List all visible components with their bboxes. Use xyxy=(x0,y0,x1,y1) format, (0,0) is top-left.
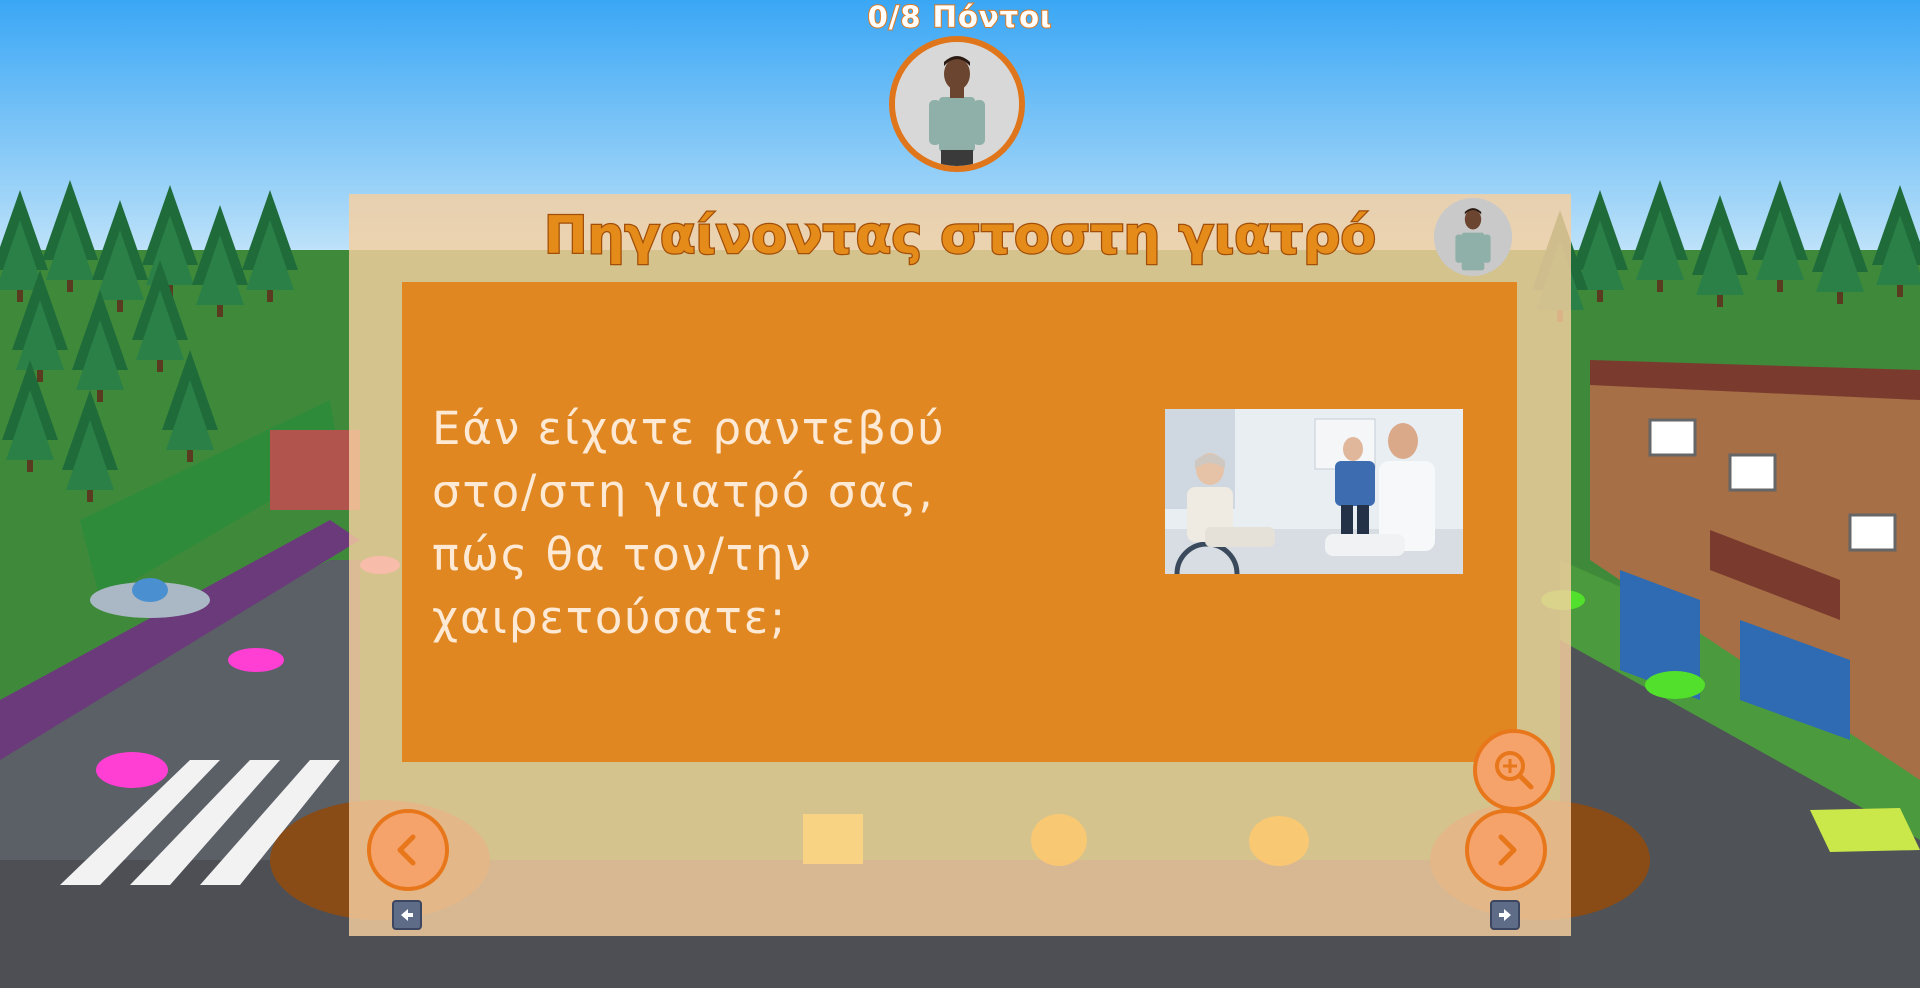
question-card: Εάν είχατε ραντεβού στο/στη γιατρό σας, … xyxy=(402,282,1555,846)
next-key-hint xyxy=(1490,900,1520,930)
previous-button[interactable] xyxy=(367,809,449,891)
zoom-in-icon xyxy=(1495,751,1534,790)
arrow-right-key-icon xyxy=(1499,909,1511,921)
chevron-right-icon xyxy=(1498,834,1517,866)
question-dialog: Πηγαίνοντας στοστη γιατρό Εάν είχατε ραν… xyxy=(349,194,1571,936)
chevron-left-icon xyxy=(397,834,416,866)
player-avatar xyxy=(889,36,1025,172)
doctor-visit-photo xyxy=(1165,409,1463,574)
speaker-avatar xyxy=(1434,198,1512,276)
zoom-button[interactable] xyxy=(1473,729,1555,811)
previous-key-hint xyxy=(392,900,422,930)
dialog-title: Πηγαίνοντας στοστη γιατρό xyxy=(543,205,1378,268)
avatar-figure-icon xyxy=(895,42,1019,166)
question-text: Εάν είχατε ραντεβού στο/στη γιατρό σας, … xyxy=(432,402,946,644)
avatar-figure-icon xyxy=(1434,198,1512,276)
floor-marker xyxy=(1031,814,1087,866)
arrow-left-key-icon xyxy=(401,909,413,921)
floor-tile xyxy=(803,814,863,864)
next-button[interactable] xyxy=(1465,809,1547,891)
floor-marker xyxy=(1249,816,1309,866)
score-counter: 0/8 Πόντοι xyxy=(867,0,1053,35)
